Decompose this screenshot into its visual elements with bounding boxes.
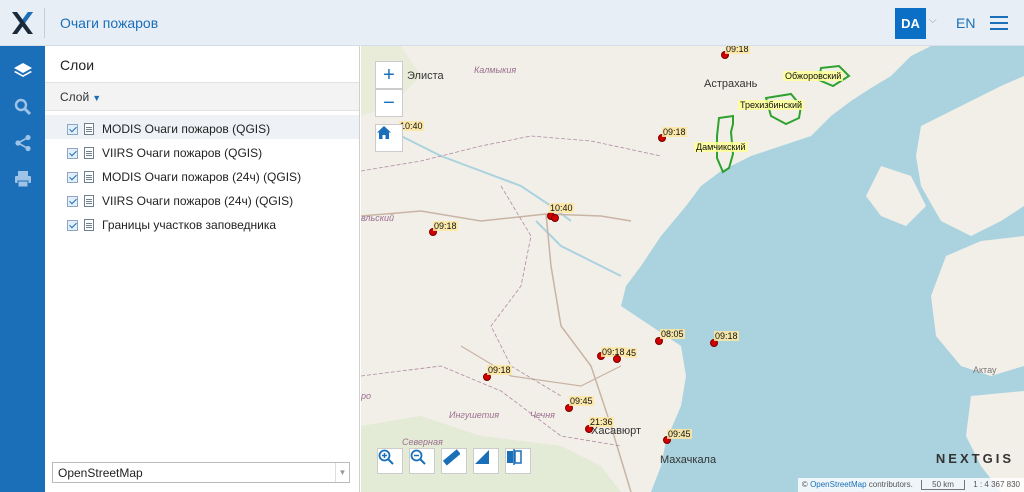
osm-link[interactable]: OpenStreetMap <box>810 480 866 489</box>
area-ruler-icon <box>475 450 489 464</box>
layer-label[interactable]: MODIS Очаги пожаров (QGIS) <box>102 122 270 136</box>
map-label-region-fragment: ро <box>361 391 372 401</box>
share-button[interactable] <box>0 125 45 161</box>
share-icon <box>14 134 31 152</box>
measure-area-button[interactable] <box>473 448 499 474</box>
basemap-graphics <box>361 46 1024 492</box>
layer-document-icon <box>84 195 94 207</box>
language-da-button[interactable]: DA <box>895 8 926 39</box>
zoom-out-button[interactable]: − <box>375 89 403 117</box>
map-label-severnaya: Северная <box>402 437 443 447</box>
app-header: Очаги пожаров DA ⌵ EN <box>0 0 1024 46</box>
zoom-in-button[interactable]: + <box>375 61 403 89</box>
fire-point[interactable] <box>613 355 621 363</box>
layer-item-viirs[interactable]: VIIRS Очаги пожаров (QGIS) <box>45 139 359 163</box>
fire-time-label: 10:40 <box>549 203 574 213</box>
tool-rail <box>0 46 45 492</box>
map-label-chechnya: Чечня <box>530 410 555 420</box>
layer-label[interactable]: VIIRS Очаги пожаров (24ч) (QGIS) <box>102 194 293 208</box>
layers-panel: Слои Слой ▼ MODIS Очаги пожаров (QGIS) VI… <box>45 46 404 492</box>
zoom-out-icon <box>410 449 426 465</box>
fire-time-label: 09:18 <box>662 127 687 137</box>
compare-icon <box>507 449 522 465</box>
layer-document-icon <box>84 123 94 135</box>
layers-button[interactable] <box>0 53 45 89</box>
app-title[interactable]: Очаги пожаров <box>60 15 158 31</box>
layer-label[interactable]: MODIS Очаги пожаров (24ч) (QGIS) <box>102 170 301 184</box>
fire-time-label: 09:18 <box>725 46 750 54</box>
nextgis-brand: NEXTGIS <box>935 451 1014 466</box>
header-divider <box>44 8 45 38</box>
map-label-astrakhan: Астрахань <box>704 78 758 90</box>
layer-item-modis-24h[interactable]: MODIS Очаги пожаров (24ч) (QGIS) <box>45 163 359 187</box>
layer-column-label: Слой <box>60 90 90 104</box>
zoom-in-icon <box>378 449 394 465</box>
layer-checkbox[interactable] <box>67 219 78 231</box>
fire-time-label: 09:18 <box>714 331 739 341</box>
reserve-label[interactable]: Обжоровский <box>783 71 844 81</box>
map-label-elista: Элиста <box>407 70 444 82</box>
map-view[interactable]: Элиста Калмыкия Астрахань Махачкала Хаса… <box>361 46 1024 492</box>
chevron-down-icon[interactable]: ▼ <box>335 463 349 482</box>
measure-distance-button[interactable] <box>441 448 467 474</box>
reserve-label[interactable]: Дамчикский <box>694 142 748 152</box>
layer-document-icon <box>84 147 94 159</box>
home-icon <box>377 126 391 139</box>
search-icon <box>14 98 31 116</box>
basemap-select[interactable]: OpenStreetMap ▼ <box>52 462 350 483</box>
layer-label[interactable]: Границы участков заповедника <box>102 218 276 232</box>
language-en-button[interactable]: EN <box>956 15 975 31</box>
home-extent-button[interactable] <box>375 124 403 152</box>
layer-column-header[interactable]: Слой ▼ <box>45 83 359 111</box>
fire-point[interactable] <box>551 214 559 222</box>
layer-item-reserve-boundaries[interactable]: Границы участков заповедника <box>45 211 359 235</box>
fire-time-label: 21:36 <box>589 417 614 427</box>
swipe-compare-button[interactable] <box>505 448 531 474</box>
fire-time-label: 09:18 <box>433 221 458 231</box>
scale-ratio: 1 : 4 367 830 <box>973 480 1020 489</box>
layer-label[interactable]: VIIRS Очаги пожаров (QGIS) <box>102 146 262 160</box>
menu-icon[interactable] <box>990 16 1008 30</box>
print-icon <box>14 171 31 188</box>
layer-item-modis[interactable]: MODIS Очаги пожаров (QGIS) <box>45 115 359 139</box>
zoom-out-tool-button[interactable] <box>409 448 435 474</box>
fire-time-label: 08:05 <box>660 329 685 339</box>
attribution-prefix: © <box>801 480 808 489</box>
zoom-in-tool-button[interactable] <box>377 448 403 474</box>
print-button[interactable] <box>0 161 45 197</box>
map-label-region-fragment: вльский <box>361 213 394 223</box>
map-label-aktau: Актау <box>973 365 997 375</box>
layer-checkbox[interactable] <box>67 195 78 207</box>
fire-time-label: 09:45 <box>667 429 692 439</box>
basemap-value: OpenStreetMap <box>58 466 143 480</box>
panel-title: Слои <box>45 46 359 83</box>
map-label-makhachkala: Махачкала <box>660 454 717 466</box>
layers-icon <box>13 63 32 77</box>
layer-document-icon <box>84 171 94 183</box>
layer-checkbox[interactable] <box>67 147 78 159</box>
layer-checkbox[interactable] <box>67 171 78 183</box>
map-label-ingushetia: Ингушетия <box>449 410 500 420</box>
fire-time-label: 09:45 <box>569 396 594 406</box>
fire-time-label: 45 <box>625 348 638 358</box>
reserve-label[interactable]: Трехизбинский <box>738 100 805 110</box>
attribution-suffix: contributors. <box>868 480 913 489</box>
search-button[interactable] <box>0 89 45 125</box>
ruler-icon <box>442 449 460 466</box>
scale-bar: 50 km <box>921 480 966 490</box>
layer-checkbox[interactable] <box>67 123 78 135</box>
map-label-kalmykia: Калмыкия <box>474 65 517 75</box>
map-attribution: © OpenStreetMap contributors. 50 km 1 : … <box>797 478 1024 492</box>
sort-caret-icon[interactable]: ▼ <box>92 93 101 103</box>
layer-document-icon <box>84 219 94 231</box>
nextgis-logo-icon[interactable] <box>10 10 34 36</box>
chevron-down-icon[interactable]: ⌵ <box>929 15 937 26</box>
layer-item-viirs-24h[interactable]: VIIRS Очаги пожаров (24ч) (QGIS) <box>45 187 359 211</box>
fire-time-label: 09:18 <box>487 365 512 375</box>
